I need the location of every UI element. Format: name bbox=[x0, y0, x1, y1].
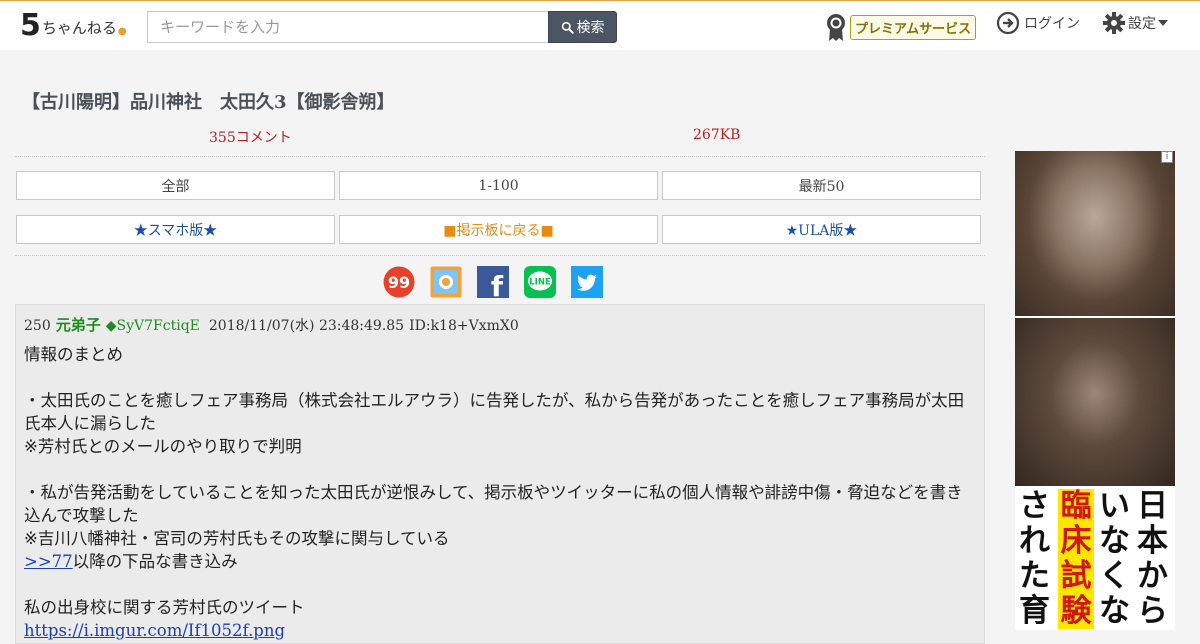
ad-char: さ bbox=[1019, 488, 1050, 524]
search-icon bbox=[561, 21, 574, 34]
premium-service-label: プレミアムサービス bbox=[850, 14, 977, 40]
post-line-blank bbox=[24, 573, 979, 596]
back-to-board-button[interactable]: ■掲示板に戻る■ bbox=[339, 215, 658, 244]
login-icon bbox=[996, 11, 1020, 35]
premium-service-button[interactable]: プレミアムサービス bbox=[824, 12, 977, 42]
login-button[interactable]: ログイン bbox=[996, 11, 1080, 35]
5ch-99-icon[interactable]: 99 bbox=[383, 266, 415, 298]
thread-title: 【古川陽明】品川神社 太田久3【御影舎朔】 bbox=[22, 92, 395, 113]
ad-char: い bbox=[1099, 488, 1130, 524]
logo-dot: ● bbox=[117, 26, 127, 37]
gear-icon bbox=[1103, 12, 1125, 34]
twitter-icon[interactable] bbox=[571, 266, 603, 298]
thread-size: 267KB bbox=[693, 127, 741, 143]
post-date: 2018/11/07(水) 23:48:49.85 bbox=[208, 318, 405, 334]
post-line: ・私が告発活動をしていることを知った太田氏が逆恨みして、掲示板やツイッターに私の… bbox=[24, 483, 963, 525]
post-line: 私の出身校に関する芳村氏のツイート bbox=[24, 598, 305, 617]
ad-char: か bbox=[1137, 558, 1168, 594]
post-author-trip: ◆SyV7FctiqE bbox=[105, 318, 200, 334]
top-bar: 5 ちゃんねる ● 検索 プレミアムサービス ログイン bbox=[0, 0, 1200, 50]
ad-info-icon[interactable]: i bbox=[1161, 151, 1173, 163]
99-label: 99 bbox=[388, 273, 410, 292]
ad-char: 育 bbox=[1019, 593, 1050, 629]
line-icon[interactable]: LINE bbox=[524, 266, 556, 298]
smartphone-version-button[interactable]: ★スマホ版★ bbox=[16, 215, 335, 244]
ad-photo-after bbox=[1015, 318, 1175, 486]
site-logo[interactable]: 5 ちゃんねる ● bbox=[20, 9, 127, 41]
search-input[interactable] bbox=[147, 11, 549, 43]
ad-char: く bbox=[1099, 558, 1130, 594]
divider bbox=[15, 255, 985, 256]
search-button[interactable]: 検索 bbox=[548, 11, 617, 43]
settings-button[interactable]: 設定 bbox=[1102, 11, 1168, 35]
ad-banner[interactable]: i 日 本 か ら い な く な 臨 床 試 験 さ れ た 育 bbox=[1015, 151, 1175, 630]
line-label: LINE bbox=[529, 278, 551, 288]
image-link[interactable]: https://i.imgur.com/If1052f.png bbox=[24, 621, 285, 640]
post-line-anchor: >>77以降の下品な書き込み bbox=[24, 550, 979, 573]
ad-text-column: 日 本 か ら bbox=[1137, 489, 1168, 629]
ad-char: 日 bbox=[1137, 488, 1168, 524]
ad-char: れ bbox=[1019, 523, 1050, 559]
comment-count: 355コメント bbox=[209, 130, 292, 146]
post-header: 250 元弟子 ◆SyV7FctiqE 2018/11/07(水) 23:48:… bbox=[24, 314, 519, 335]
settings-label: 設定 bbox=[1128, 16, 1156, 32]
nav-latest50-button[interactable]: 最新50 bbox=[662, 171, 981, 200]
ad-photo-before bbox=[1015, 151, 1175, 316]
post-line-blank bbox=[24, 366, 979, 389]
ad-text-column: い な く な bbox=[1099, 489, 1130, 629]
post-250: 250 元弟子 ◆SyV7FctiqE 2018/11/07(水) 23:48:… bbox=[15, 304, 985, 644]
ad-char: な bbox=[1099, 523, 1130, 559]
post-line: 情報のまとめ bbox=[24, 345, 123, 364]
nav-1-100-button[interactable]: 1-100 bbox=[339, 171, 658, 200]
logo-text: ちゃんねる bbox=[41, 19, 117, 37]
ula-version-button[interactable]: ★ULA版★ bbox=[662, 215, 981, 244]
ad-char: 試 bbox=[1058, 559, 1094, 594]
post-line-link: https://i.imgur.com/If1052f.png bbox=[24, 619, 979, 642]
ad-char: 臨 bbox=[1058, 489, 1094, 524]
facebook-icon[interactable]: f bbox=[477, 266, 509, 303]
award-icon bbox=[827, 14, 845, 41]
facebook-letter: f bbox=[491, 270, 504, 298]
post-line: ※芳村氏とのメールのやり取りで判明 bbox=[24, 437, 302, 456]
bookmark-icon[interactable] bbox=[430, 266, 462, 298]
ad-char: 本 bbox=[1137, 523, 1168, 559]
caret-down-icon bbox=[1158, 20, 1168, 26]
ad-text-column: さ れ た 育 bbox=[1019, 489, 1050, 629]
ad-char: ら bbox=[1137, 593, 1168, 629]
post-number[interactable]: 250 bbox=[24, 318, 51, 334]
ad-text-column-highlight: 臨 床 試 験 bbox=[1058, 489, 1094, 629]
reply-anchor-link[interactable]: >>77 bbox=[24, 552, 73, 571]
ad-char: な bbox=[1099, 593, 1130, 629]
post-body: 情報のまとめ ・太田氏のことを癒しフェア事務局（株式会社エルアウラ）に告発したが… bbox=[24, 343, 979, 642]
search-button-label: 検索 bbox=[576, 20, 605, 36]
post-line: ・太田氏のことを癒しフェア事務局（株式会社エルアウラ）に告発したが、私から告発が… bbox=[24, 391, 965, 433]
anchor-suffix: 以降の下品な書き込み bbox=[72, 552, 238, 571]
ad-char: た bbox=[1019, 558, 1050, 594]
post-line-blank bbox=[24, 458, 979, 481]
post-line: ※吉川八幡神社・宮司の芳村氏もその攻撃に関与している bbox=[24, 529, 450, 548]
post-author-name: 元弟子 bbox=[55, 316, 101, 334]
nav-all-button[interactable]: 全部 bbox=[16, 171, 335, 200]
ad-char: 験 bbox=[1058, 594, 1094, 629]
ad-char: 床 bbox=[1058, 524, 1094, 559]
login-label: ログイン bbox=[1024, 16, 1080, 32]
divider bbox=[15, 156, 985, 157]
logo-number: 5 bbox=[20, 8, 41, 43]
post-id[interactable]: ID:k18+VxmX0 bbox=[409, 318, 519, 334]
